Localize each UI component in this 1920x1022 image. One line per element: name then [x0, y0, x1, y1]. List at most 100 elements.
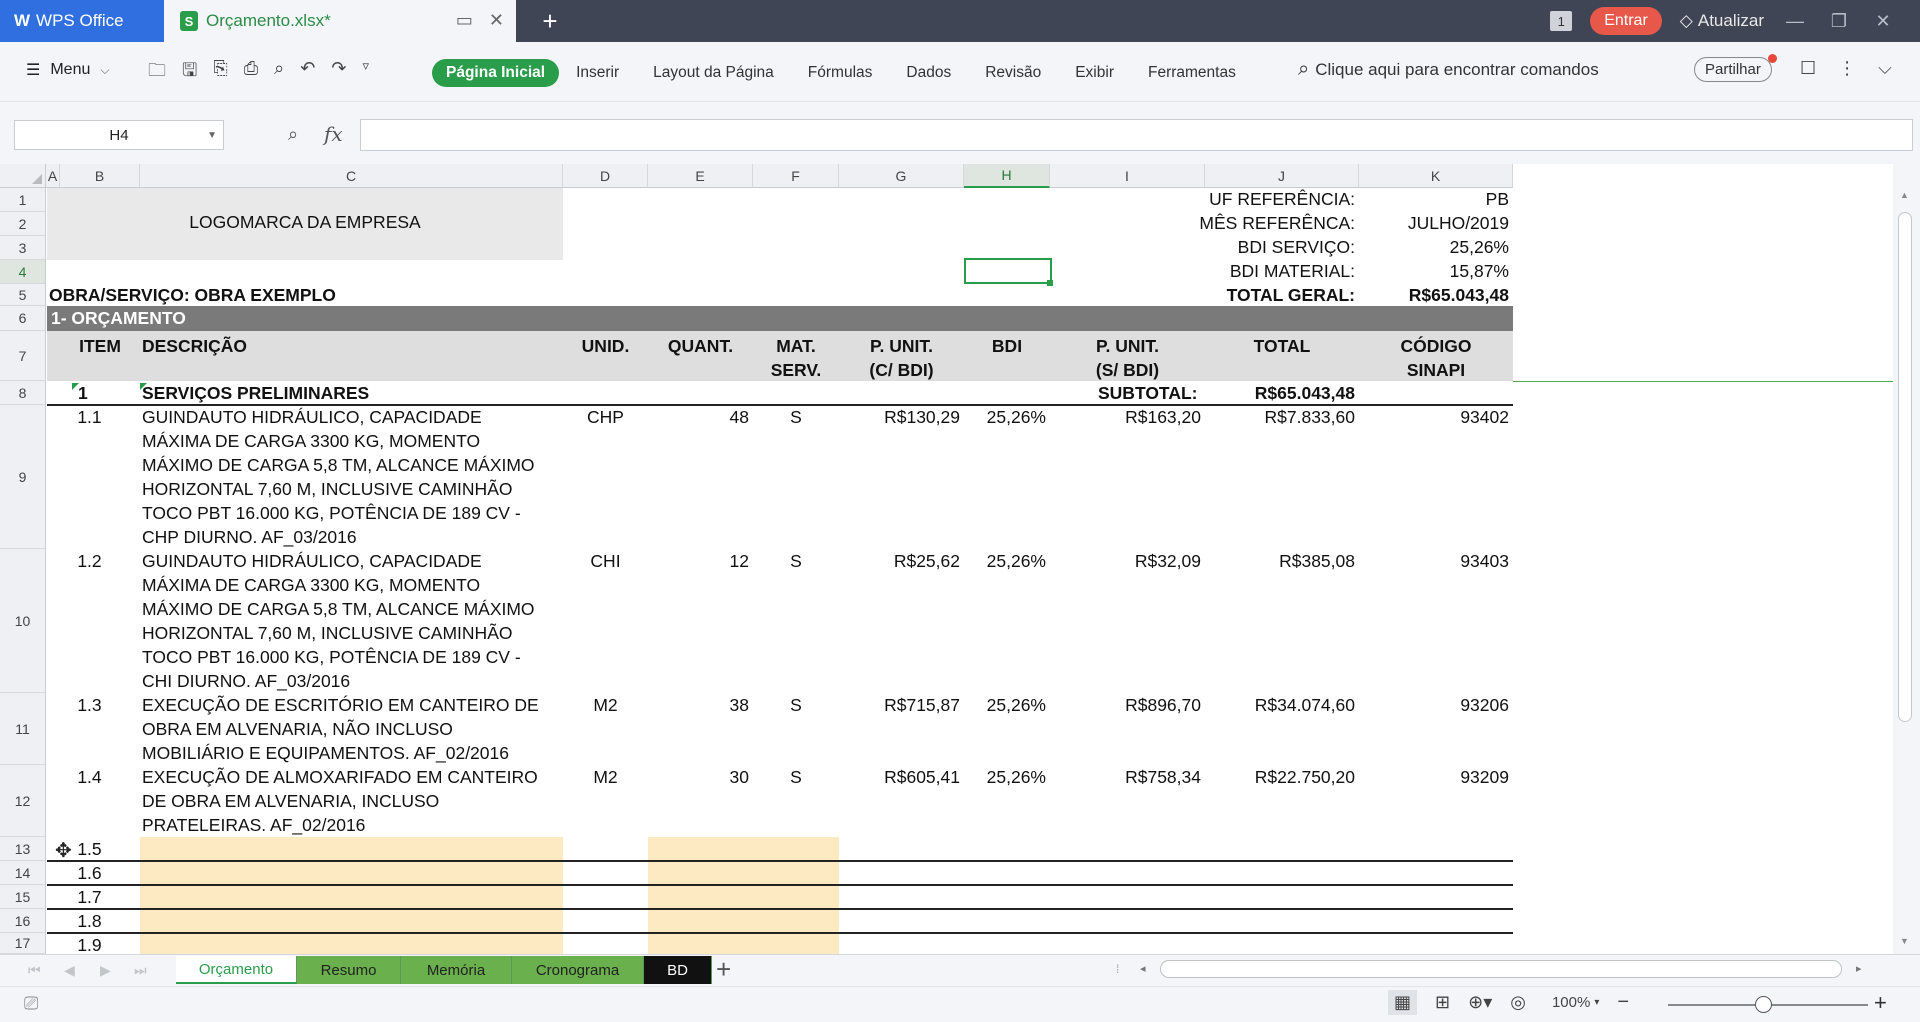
zoom-out-icon[interactable]: −: [1617, 991, 1629, 1014]
vertical-scroll-thumb[interactable]: [1898, 212, 1912, 722]
more-icon[interactable]: ⋮: [1838, 58, 1856, 79]
row-header-11[interactable]: 11: [0, 693, 46, 765]
customize-icon[interactable]: ▿: [362, 58, 369, 88]
share-button[interactable]: Partilhar: [1694, 57, 1772, 82]
upgrade-button[interactable]: ◇ Atualizar: [1680, 11, 1764, 31]
scroll-left-icon[interactable]: ◂: [1140, 962, 1146, 975]
tab-formulas[interactable]: Fórmulas: [791, 61, 890, 85]
row-header-6[interactable]: 6: [0, 306, 46, 331]
last-sheet-icon[interactable]: ⏭: [134, 962, 147, 979]
print-preview-icon[interactable]: ⌕: [274, 58, 284, 88]
tab-dados[interactable]: Dados: [889, 61, 968, 85]
restore-icon[interactable]: ❐: [1826, 11, 1852, 32]
col-header-i[interactable]: I: [1050, 164, 1205, 188]
row-header-16[interactable]: 16: [0, 909, 46, 933]
undo-icon[interactable]: ↶: [300, 58, 315, 88]
col-header-g[interactable]: G: [839, 164, 964, 188]
macro-icon[interactable]: ⎚: [24, 993, 38, 1014]
tab-revisao[interactable]: Revisão: [968, 61, 1058, 85]
scroll-right-icon[interactable]: ▸: [1856, 962, 1862, 975]
tab-inserir[interactable]: Inserir: [559, 61, 636, 85]
login-button[interactable]: Entrar: [1590, 7, 1662, 35]
zoom-slider-knob[interactable]: [1755, 996, 1772, 1013]
zoom-formula-icon[interactable]: ⌕: [288, 124, 298, 145]
app-tab-wps[interactable]: W WPS Office: [0, 0, 164, 42]
selected-cell-h4[interactable]: [964, 258, 1052, 284]
sheet-tab-cronograma[interactable]: Cronograma: [512, 956, 644, 984]
open-folder-icon[interactable]: 🗀: [148, 58, 166, 88]
prev-sheet-icon[interactable]: ◀: [64, 962, 75, 979]
page-break-view-icon[interactable]: ⊞: [1435, 992, 1450, 1013]
collapse-ribbon-icon[interactable]: ⌵: [1878, 58, 1892, 79]
scroll-up-icon[interactable]: ▲: [1900, 190, 1909, 200]
horizontal-scroll-thumb[interactable]: [1160, 960, 1842, 978]
tab-pagina-inicial[interactable]: Página Inicial: [432, 59, 560, 87]
row-header-1[interactable]: 1: [0, 188, 46, 212]
col-header-d[interactable]: D: [563, 164, 648, 188]
scroll-down-icon[interactable]: ▼: [1900, 936, 1909, 946]
row-header-9[interactable]: 9: [0, 405, 46, 549]
col-header-b[interactable]: B: [60, 164, 140, 188]
item-1-3-quant: 38: [729, 695, 749, 715]
fill-handle[interactable]: [1047, 280, 1053, 286]
tab-splitter-icon[interactable]: ⁞: [1116, 962, 1119, 976]
row-header-4[interactable]: 4: [0, 260, 46, 284]
close-window-icon[interactable]: ✕: [1870, 11, 1896, 32]
window-count-badge[interactable]: 1: [1550, 11, 1573, 31]
row-header-15[interactable]: 15: [0, 885, 46, 909]
row-header-3[interactable]: 3: [0, 236, 46, 260]
page-layout-icon[interactable]: ⊕▾: [1468, 992, 1492, 1013]
row-header-7[interactable]: 7: [0, 331, 46, 381]
row-header-5[interactable]: 5: [0, 284, 46, 306]
row-header-14[interactable]: 14: [0, 861, 46, 885]
row-header-2[interactable]: 2: [0, 212, 46, 236]
normal-view-icon[interactable]: ▦: [1388, 990, 1418, 1015]
hdr-punit-c-sub: (C/ BDI): [869, 360, 934, 380]
command-search[interactable]: ⌕ Clique aqui para encontrar comandos: [1298, 58, 1599, 81]
tab-layout-da-pagina[interactable]: Layout da Página: [636, 61, 791, 85]
redo-icon[interactable]: ↷: [331, 58, 346, 88]
item-1-1-total: R$7.833,60: [1264, 407, 1356, 427]
file-tab[interactable]: S Orçamento.xlsx* ▭ ✕: [164, 0, 516, 42]
tab-exibir[interactable]: Exibir: [1058, 61, 1131, 85]
item-1-2-punit-s: R$32,09: [1134, 551, 1201, 571]
formula-input[interactable]: [360, 119, 1913, 151]
screen-icon[interactable]: ▭: [456, 10, 473, 31]
row-header-17[interactable]: 17: [0, 933, 46, 954]
sheet-tab-resumo[interactable]: Resumo: [297, 956, 401, 984]
close-tab-icon[interactable]: ✕: [489, 10, 504, 31]
zoom-level[interactable]: 100%: [1552, 994, 1590, 1011]
menu-button[interactable]: ☰ Menu ⌵: [26, 60, 109, 80]
col-header-e[interactable]: E: [648, 164, 753, 188]
group-desc: SERVIÇOS PRELIMINARES: [142, 383, 370, 403]
col-header-a[interactable]: A: [46, 164, 60, 188]
new-tab-button[interactable]: +: [535, 6, 565, 37]
sheet-tab-bd[interactable]: BD: [644, 956, 712, 984]
add-sheet-button[interactable]: +: [716, 954, 731, 985]
format-painter-icon[interactable]: ⎘: [213, 58, 227, 88]
print-icon[interactable]: ⎙: [244, 58, 258, 88]
col-header-k[interactable]: K: [1359, 164, 1513, 188]
sheet-tab-memoria[interactable]: Memória: [401, 956, 512, 984]
row-header-10[interactable]: 10: [0, 549, 46, 693]
select-all-corner[interactable]: [0, 164, 46, 188]
zoom-dropdown-icon[interactable]: ▾: [1594, 997, 1599, 1008]
next-sheet-icon[interactable]: ▶: [100, 962, 111, 979]
tab-ferramentas[interactable]: Ferramentas: [1131, 61, 1253, 85]
comment-icon[interactable]: ☐: [1800, 58, 1816, 79]
first-sheet-icon[interactable]: ⏮: [28, 962, 41, 979]
row-header-8[interactable]: 8: [0, 381, 46, 405]
eye-protection-icon[interactable]: ◎: [1510, 992, 1526, 1013]
col-header-j[interactable]: J: [1205, 164, 1359, 188]
row-header-13[interactable]: 13: [0, 837, 46, 861]
row-header-12[interactable]: 12: [0, 765, 46, 837]
function-icon[interactable]: fx: [324, 122, 343, 146]
col-header-f[interactable]: F: [753, 164, 839, 188]
col-header-h[interactable]: H: [964, 164, 1050, 188]
zoom-in-icon[interactable]: +: [1874, 990, 1887, 1016]
save-icon[interactable]: 🖫: [182, 58, 197, 88]
sheet-tab-orcamento[interactable]: Orçamento: [176, 956, 297, 984]
name-box[interactable]: H4 ▼: [14, 120, 224, 150]
minimize-icon[interactable]: —: [1782, 11, 1808, 32]
col-header-c[interactable]: C: [140, 164, 563, 188]
